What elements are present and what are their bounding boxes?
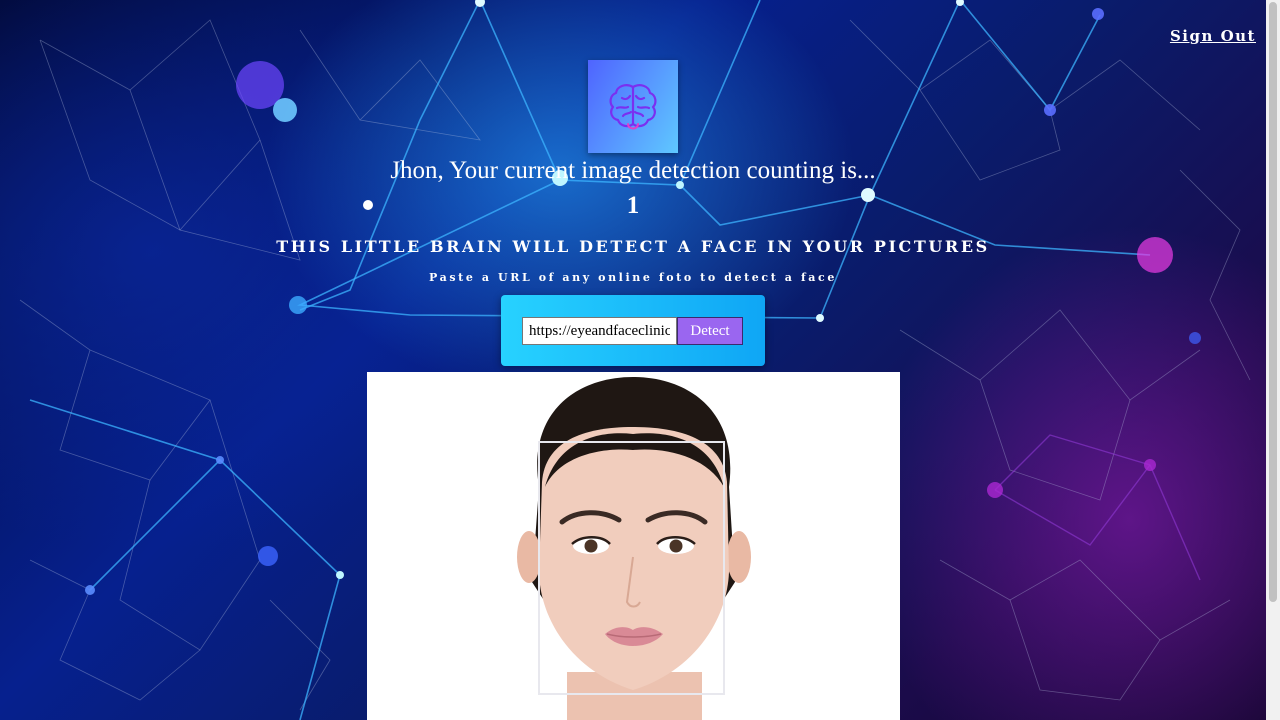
- instruction-text: Paste a URL of any online foto to detect…: [429, 271, 837, 284]
- url-form-panel: Detect: [501, 295, 765, 366]
- page-scrollbar[interactable]: [1266, 0, 1280, 720]
- logo: [588, 60, 678, 153]
- image-url-input[interactable]: [522, 317, 677, 345]
- greeting-text: Jhon, Your current image detection count…: [390, 157, 876, 184]
- scrollbar-thumb[interactable]: [1269, 2, 1277, 602]
- brain-icon: [609, 83, 657, 129]
- sign-out-link[interactable]: Sign Out: [1170, 27, 1256, 45]
- detect-button[interactable]: Detect: [677, 317, 743, 345]
- detection-count: 1: [626, 192, 640, 219]
- face-bounding-box: [538, 441, 725, 695]
- detection-image: [367, 372, 900, 720]
- headline: THIS LITTLE BRAIN WILL DETECT A FACE IN …: [276, 237, 990, 256]
